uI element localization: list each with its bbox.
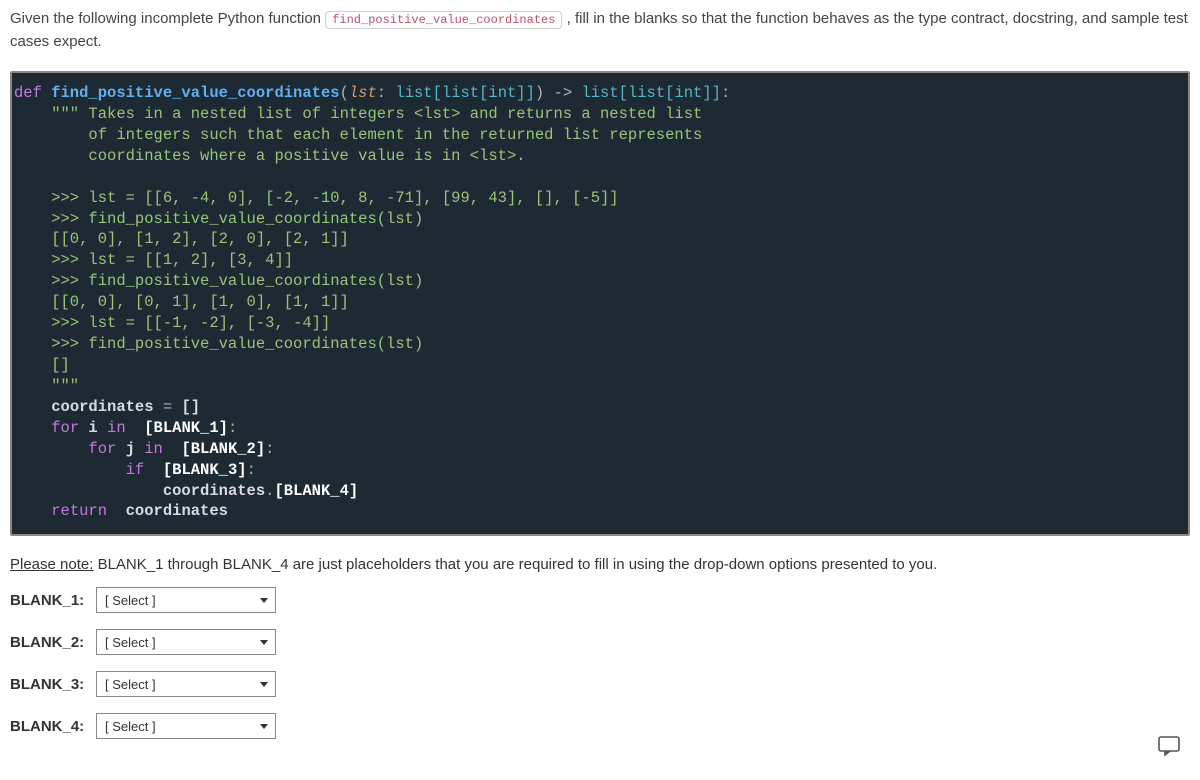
blank-1: [BLANK_1] xyxy=(126,419,228,437)
param-lst: lst xyxy=(349,84,377,102)
doctest-line: >>> lst = [[6, -4, 0], [-2, -10, 8, -71]… xyxy=(14,189,619,207)
blank-3-select[interactable]: [ Select ] xyxy=(96,671,276,697)
kw-in: in xyxy=(107,419,126,437)
blank-row-2: BLANK_2: [ Select ] xyxy=(10,629,1190,655)
kw-def: def xyxy=(14,84,42,102)
prompt-text: Given the following incomplete Python fu… xyxy=(10,8,1190,53)
blank-row-1: BLANK_1: [ Select ] xyxy=(10,587,1190,613)
blank-row-4: BLANK_4: [ Select ] xyxy=(10,713,1190,739)
var-coordinates: coordinates xyxy=(51,398,153,416)
type-out: list[list[int]] xyxy=(581,84,721,102)
blank-1-label: BLANK_1: xyxy=(10,592,88,609)
code-block: def find_positive_value_coordinates(lst:… xyxy=(10,71,1190,536)
kw-if: if xyxy=(126,461,145,479)
kw-for: for xyxy=(51,419,79,437)
blank-2-select[interactable]: [ Select ] xyxy=(96,629,276,655)
blank-1-select[interactable]: [ Select ] xyxy=(96,587,276,613)
blank-4: [BLANK_4] xyxy=(274,482,358,500)
inline-code-fn: find_positive_value_coordinates xyxy=(325,11,562,29)
blank-4-select[interactable]: [ Select ] xyxy=(96,713,276,739)
kw-return: return xyxy=(51,502,107,520)
blank-row-3: BLANK_3: [ Select ] xyxy=(10,671,1190,697)
paren-open: ( xyxy=(340,84,349,102)
type-in: list[list[int]] xyxy=(395,84,535,102)
docstring-close: """ xyxy=(14,377,79,395)
blank-2: [BLANK_2] xyxy=(163,440,265,458)
chat-icon[interactable] xyxy=(1156,734,1182,758)
blank-4-label: BLANK_4: xyxy=(10,718,88,735)
please-note: Please note: BLANK_1 through BLANK_4 are… xyxy=(10,556,1190,573)
blank-3-label: BLANK_3: xyxy=(10,676,88,693)
docstring-open: """ xyxy=(14,105,88,123)
prompt-before: Given the following incomplete Python fu… xyxy=(10,10,325,27)
blank-2-label: BLANK_2: xyxy=(10,634,88,651)
fn-name: find_positive_value_coordinates xyxy=(42,84,340,102)
note-text: BLANK_1 through BLANK_4 are just placeho… xyxy=(93,556,937,573)
note-label: Please note: xyxy=(10,556,93,573)
question-container: Given the following incomplete Python fu… xyxy=(0,0,1200,769)
blank-3: [BLANK_3] xyxy=(144,461,246,479)
